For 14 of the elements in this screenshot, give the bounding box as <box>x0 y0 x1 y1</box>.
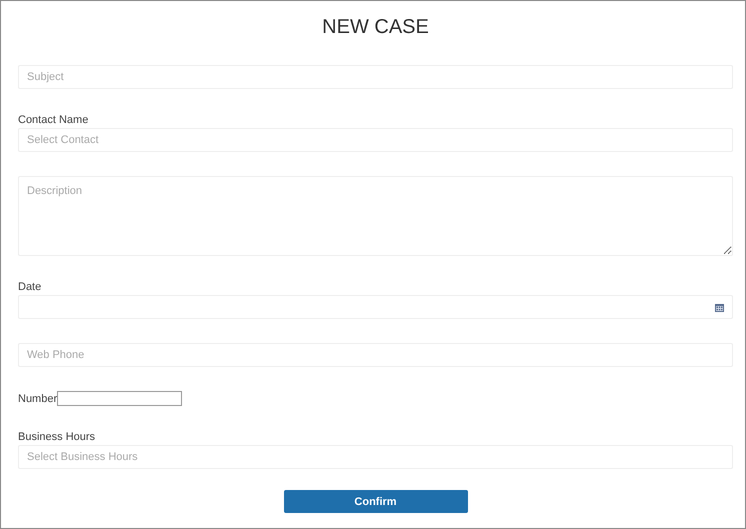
select-field[interactable]: Select Contact <box>18 128 733 152</box>
field-label: Contact Name <box>18 113 90 127</box>
form-title: NEW CASE <box>321 15 430 40</box>
date-field[interactable] <box>18 295 733 319</box>
field-label: Number <box>18 392 58 406</box>
input-field[interactable]: Subject <box>18 65 733 89</box>
field-label: Business Hours <box>18 430 96 444</box>
field-label: Date <box>18 280 42 294</box>
calendar-icon[interactable] <box>715 302 724 312</box>
input-field[interactable]: Web Phone <box>18 343 733 367</box>
confirm-button[interactable]: Confirm <box>284 490 468 513</box>
select-field[interactable]: Select Business Hours <box>18 445 733 469</box>
textarea-field[interactable]: Description <box>18 176 733 256</box>
number-input[interactable] <box>57 391 182 406</box>
